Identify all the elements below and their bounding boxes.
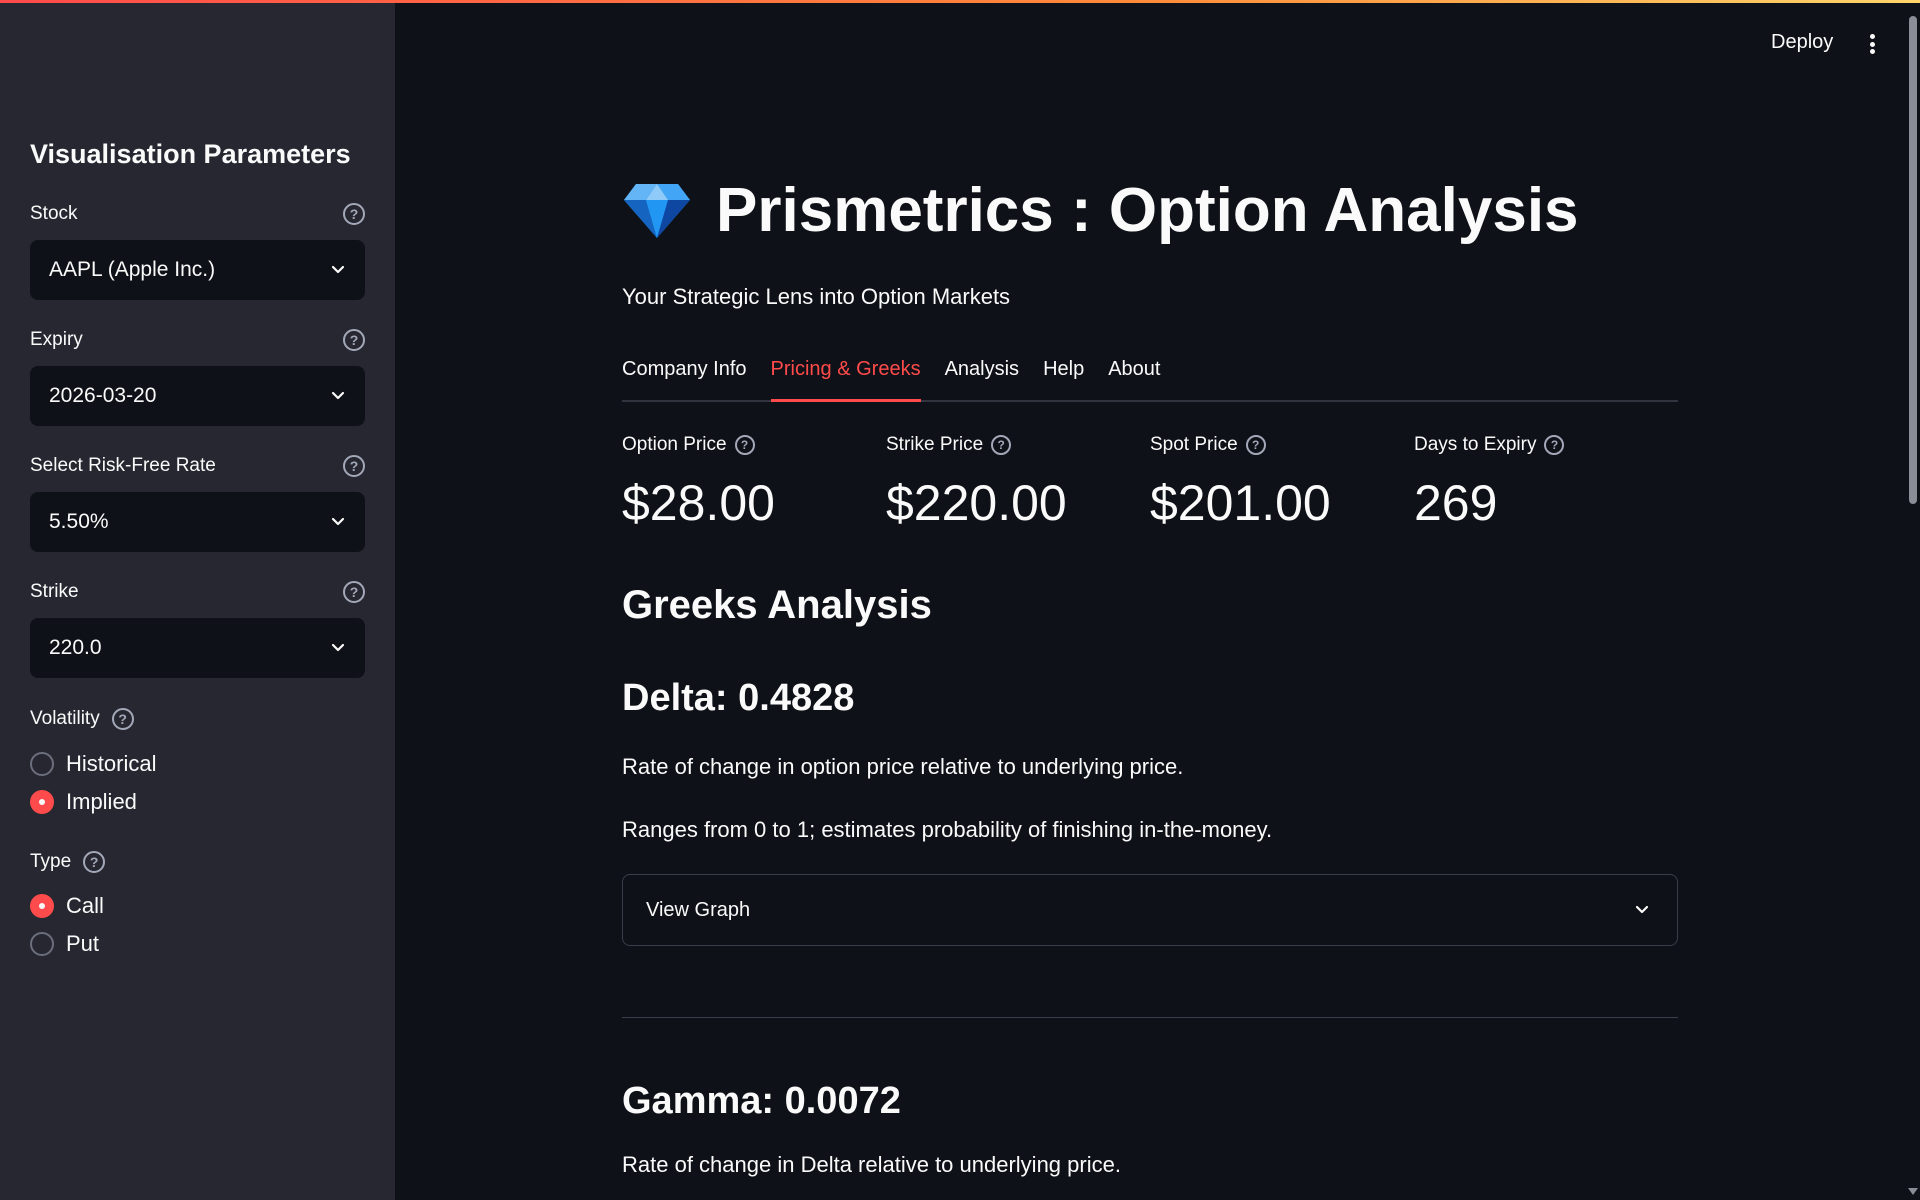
metric-strike-price: Strike Price ? $220.00: [886, 430, 1150, 532]
metrics-row: Option Price ? $28.00 Strike Price ? $22…: [622, 430, 1678, 532]
risk-free-rate-field: Select Risk-Free Rate ? 5.50%: [30, 452, 365, 552]
gem-icon: [624, 183, 690, 238]
strike-select[interactable]: 220.0: [30, 618, 365, 678]
chevron-down-icon: [331, 391, 345, 400]
page-title: Prismetrics : Option Analysis: [716, 176, 1579, 245]
metric-label: Option Price: [622, 434, 727, 455]
tab-bar: Company Info Pricing & Greeks Analysis H…: [622, 348, 1678, 402]
chevron-down-icon: [331, 643, 345, 652]
metric-option-price: Option Price ? $28.00: [622, 430, 886, 532]
expiry-select-value: 2026-03-20: [49, 384, 157, 407]
expiry-field: Expiry ? 2026-03-20: [30, 326, 365, 426]
main-menu-icon[interactable]: [1860, 30, 1884, 58]
radio-button[interactable]: [30, 932, 54, 956]
type-option-put[interactable]: Put: [30, 925, 365, 963]
chevron-down-icon: [1635, 905, 1649, 914]
chevron-down-icon: [331, 517, 345, 526]
help-icon[interactable]: ?: [343, 203, 365, 225]
help-icon[interactable]: ?: [111, 708, 134, 730]
strike-field: Strike ? 220.0: [30, 578, 365, 678]
help-icon[interactable]: ?: [991, 435, 1012, 455]
deploy-button[interactable]: Deploy: [1771, 31, 1833, 54]
gamma-description: Rate of change in Delta relative to unde…: [622, 1152, 1121, 1177]
metric-spot-price: Spot Price ? $201.00: [1150, 430, 1414, 532]
help-icon[interactable]: ?: [734, 435, 755, 455]
radio-label: Put: [66, 931, 100, 956]
strike-label: Strike: [30, 581, 79, 602]
tab-pricing-greeks[interactable]: Pricing & Greeks: [770, 348, 921, 402]
volatility-option-historical[interactable]: Historical: [30, 745, 365, 783]
gamma-heading: Gamma: 0.0072: [622, 1080, 901, 1122]
risk-free-rate-label: Select Risk-Free Rate: [30, 455, 216, 476]
volatility-group: Volatility ? Historical Implied: [30, 705, 365, 821]
metric-value: $220.00: [886, 475, 1067, 531]
sidebar: Visualisation Parameters Stock ? AAPL (A…: [0, 0, 395, 1200]
expiry-label: Expiry: [30, 329, 83, 350]
type-option-call[interactable]: Call: [30, 887, 365, 925]
metric-days-to-expiry: Days to Expiry ? 269: [1414, 430, 1678, 532]
metric-value: $28.00: [622, 475, 775, 531]
page-header: Prismetrics : Option Analysis: [622, 175, 1579, 246]
delta-description: Rate of change in option price relative …: [622, 754, 1184, 779]
scroll-down-arrow-icon[interactable]: [1908, 1188, 1918, 1195]
scrollbar-thumb[interactable]: [1909, 16, 1917, 504]
help-icon[interactable]: ?: [343, 455, 365, 477]
stock-select-value: AAPL (Apple Inc.): [49, 258, 216, 281]
risk-free-rate-value: 5.50%: [49, 510, 109, 533]
stock-label: Stock: [30, 203, 78, 224]
radio-label: Historical: [66, 751, 157, 776]
view-graph-expander[interactable]: View Graph: [622, 874, 1678, 946]
radio-label: Implied: [66, 789, 137, 814]
page-subtitle: Your Strategic Lens into Option Markets: [622, 284, 1011, 309]
volatility-option-implied[interactable]: Implied: [30, 783, 365, 821]
chevron-down-icon: [331, 265, 345, 274]
divider: [622, 1017, 1678, 1018]
strike-select-value: 220.0: [49, 636, 102, 659]
metric-value: 269: [1414, 475, 1498, 531]
help-icon[interactable]: ?: [1544, 435, 1565, 455]
expander-label: View Graph: [646, 898, 751, 921]
stock-field: Stock ? AAPL (Apple Inc.): [30, 200, 365, 300]
expiry-select[interactable]: 2026-03-20: [30, 366, 365, 426]
section-heading-greeks: Greeks Analysis: [622, 583, 932, 627]
type-group: Type ? Call Put: [30, 848, 365, 963]
radio-button[interactable]: [30, 752, 54, 776]
metric-value: $201.00: [1150, 475, 1331, 531]
radio-label: Call: [66, 893, 104, 918]
stock-select[interactable]: AAPL (Apple Inc.): [30, 240, 365, 300]
help-icon[interactable]: ?: [343, 329, 365, 351]
help-icon[interactable]: ?: [1245, 435, 1266, 455]
help-icon[interactable]: ?: [83, 851, 106, 873]
radio-button-selected[interactable]: [30, 790, 54, 814]
tab-about[interactable]: About: [1108, 348, 1160, 402]
metric-label: Strike Price: [886, 434, 984, 455]
delta-description-range: Ranges from 0 to 1; estimates probabilit…: [622, 817, 1273, 842]
volatility-label: Volatility: [30, 708, 100, 729]
metric-label: Spot Price: [1150, 434, 1238, 455]
tab-help[interactable]: Help: [1043, 348, 1084, 402]
type-label: Type: [30, 851, 72, 872]
risk-free-rate-select[interactable]: 5.50%: [30, 492, 365, 552]
top-accent-bar: [0, 0, 1920, 3]
radio-button-selected[interactable]: [30, 894, 54, 918]
sidebar-title: Visualisation Parameters: [30, 139, 351, 169]
delta-heading: Delta: 0.4828: [622, 677, 855, 719]
metric-label: Days to Expiry: [1414, 434, 1537, 455]
tab-company-info[interactable]: Company Info: [622, 348, 747, 402]
tab-analysis[interactable]: Analysis: [945, 348, 1019, 402]
help-icon[interactable]: ?: [343, 581, 365, 603]
